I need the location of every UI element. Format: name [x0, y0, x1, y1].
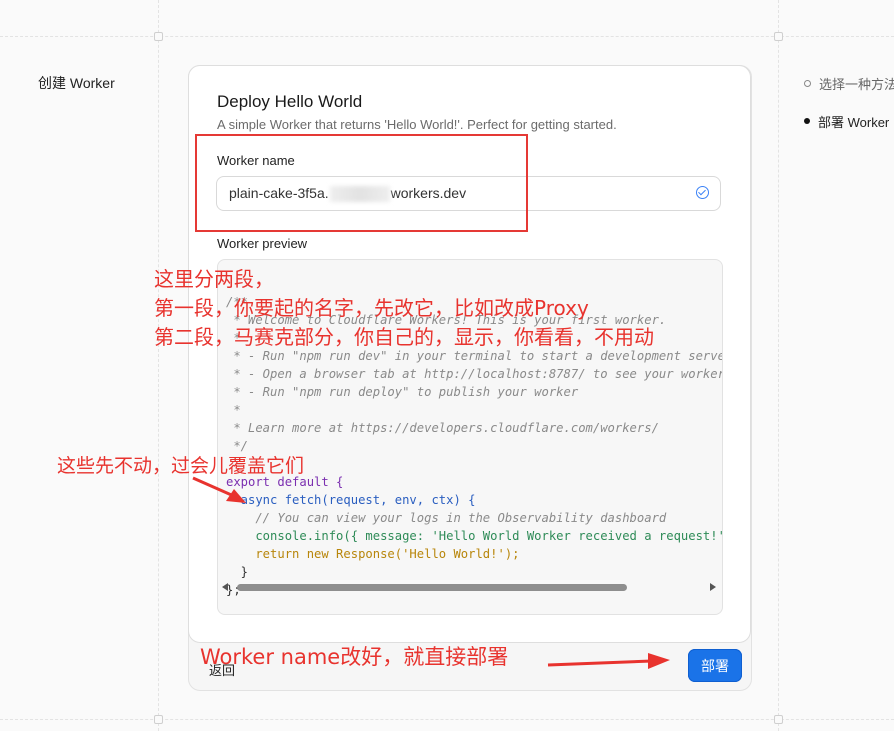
annotation-line: 第一段，你要起的名字，先改它，比如改成Proxy [154, 296, 589, 320]
annotation-line: 第二段，马赛克部分，你自己的，显示，你看看，不用动 [154, 325, 654, 349]
grid-line-top [0, 36, 894, 37]
annotation-code-note: 这些先不动，过会儿覆盖它们 [57, 455, 305, 477]
code-line: * - Run "npm run deploy" to publish your… [226, 385, 579, 399]
code-line: * Learn more at https://developers.cloud… [226, 421, 659, 435]
scroll-thumb[interactable] [237, 584, 627, 591]
page-title: 创建 Worker [38, 75, 115, 91]
step-dot-icon [804, 118, 810, 124]
code-line: * [226, 403, 241, 417]
card-subtitle: A simple Worker that returns 'Hello Worl… [217, 117, 617, 132]
grid-corner [154, 32, 163, 41]
grid-corner [774, 715, 783, 724]
grid-line-right [778, 0, 779, 731]
annotation-line: 这里分两段， [154, 267, 274, 291]
step-label: 部署 Worker [818, 114, 890, 130]
step-list: 选择一种方法 部署 Worker [804, 73, 894, 149]
code-line: async fetch(request, env, ctx) { [226, 493, 476, 507]
code-line: return new Response('Hello World!'); [226, 547, 520, 561]
annotation-worker-name-note: 这里分两段， 第一段，你要起的名字，先改它，比如改成Proxy 第二段，马赛克部… [154, 265, 654, 352]
card-title: Deploy Hello World [217, 92, 363, 111]
worker-preview-label: Worker preview [217, 236, 308, 251]
code-line: } [226, 565, 249, 579]
step-choose-method[interactable]: 选择一种方法 [804, 73, 894, 93]
horizontal-scrollbar[interactable] [218, 580, 722, 594]
code-line: * - Open a browser tab at http://localho… [233, 367, 723, 381]
code-line: console.info({ message: 'Hello World Wor… [226, 529, 723, 543]
step-dot-icon [804, 79, 811, 87]
step-label: 选择一种方法 [819, 76, 894, 92]
grid-corner [774, 32, 783, 41]
code-line: // You can view your logs in the Observa… [226, 511, 667, 525]
grid-line-bottom [0, 719, 894, 720]
step-deploy-worker[interactable]: 部署 Worker [804, 111, 894, 131]
annotation-highlight-box [195, 134, 528, 232]
scroll-left-icon[interactable] [222, 583, 228, 591]
scroll-right-icon[interactable] [710, 583, 716, 591]
annotation-deploy-note: Worker name改好，就直接部署 [200, 645, 509, 669]
deploy-button[interactable]: 部署 [688, 649, 742, 682]
grid-line-left [158, 0, 159, 731]
grid-corner [154, 715, 163, 724]
check-circle-icon [696, 186, 709, 199]
